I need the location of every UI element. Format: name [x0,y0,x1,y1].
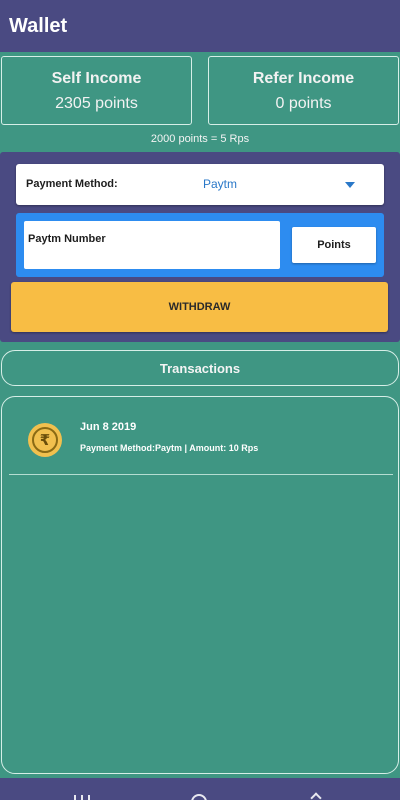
page-title: Wallet [9,14,68,37]
rupee-icon: ₹ [28,423,62,457]
transaction-item[interactable]: ₹ Jun 8 2019 Payment Method:Paytm | Amou… [9,397,393,475]
recent-apps-icon[interactable] [74,795,90,800]
app-bar: Wallet [0,0,400,52]
back-icon[interactable] [310,792,322,800]
refer-income-title: Refer Income [252,70,355,87]
self-income-title: Self Income [51,70,142,87]
paytm-number-label: Paytm Number [28,233,106,245]
refer-income-card: Refer Income 0 points [208,56,399,125]
conversion-rate: 2000 points = 5 Rps [150,133,250,145]
transactions-list: ₹ Jun 8 2019 Payment Method:Paytm | Amou… [1,396,399,774]
paytm-number-row: Paytm Number Points [16,213,384,277]
home-icon[interactable] [191,794,207,800]
points-button[interactable]: Points [292,227,376,263]
dropdown-arrow-icon[interactable] [345,182,355,188]
payment-method-label: Payment Method: [26,178,118,190]
withdraw-button[interactable]: WITHDRAW [11,282,388,332]
payment-method-value: Paytm [203,177,238,191]
transactions-header[interactable]: Transactions [1,350,399,386]
refer-income-value: 0 points [275,95,332,112]
income-summary: Self Income 2305 points Refer Income 0 p… [0,56,400,126]
paytm-number-input[interactable]: Paytm Number [24,221,280,269]
transaction-date: Jun 8 2019 [80,421,137,433]
transaction-detail: Payment Method:Paytm | Amount: 10 Rps [80,443,259,453]
withdraw-panel: Payment Method: Paytm Paytm Number Point… [0,152,400,342]
self-income-card: Self Income 2305 points [1,56,192,125]
self-income-value: 2305 points [55,95,138,112]
system-nav-bar [0,778,400,800]
payment-method-dropdown[interactable]: Payment Method: Paytm [16,164,384,205]
